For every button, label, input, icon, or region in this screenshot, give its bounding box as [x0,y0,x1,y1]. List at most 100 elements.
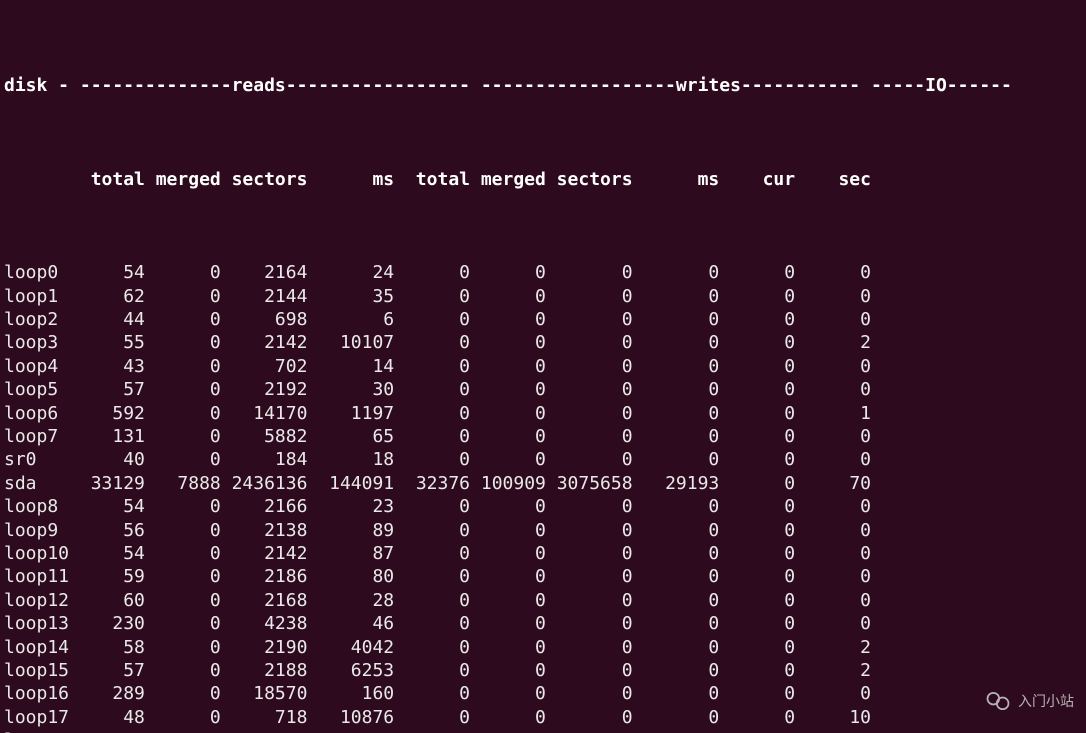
cell-dev: loop7 [4,425,69,448]
cell-sec: 10 [795,706,871,729]
cell-rt: 57 [69,378,145,401]
cell-rms: 10876 [307,706,394,729]
cell-wms: 0 [633,425,720,448]
cell-rs: 2138 [221,519,308,542]
cell-sec: 1 [795,402,871,425]
cell-wt: 0 [394,425,470,448]
cell-wm: 0 [470,378,546,401]
table-row: loop0 54 0 2164 24 0 0 0 0 0 0 [4,261,1082,284]
cell-rt: 60 [69,589,145,612]
cell-wm: 0 [470,589,546,612]
cell-rs: 4238 [221,612,308,635]
cell-sec: 4 [795,729,871,733]
cell-wt: 0 [394,659,470,682]
cell-sec: 0 [795,378,871,401]
cell-ws: 3075658 [546,472,633,495]
cell-rms: 9313 [307,729,394,733]
cell-wms: 0 [633,636,720,659]
cell-ws: 0 [546,659,633,682]
cell-dev: loop5 [4,378,69,401]
cell-rt: 43 [69,355,145,378]
cell-cur: 0 [719,355,795,378]
cell-wms: 0 [633,285,720,308]
table-row: loop12 60 0 2168 28 0 0 0 0 0 0 [4,589,1082,612]
cell-rt: 289 [69,682,145,705]
cell-rms: 24 [307,261,394,284]
cell-rs: 2164 [221,261,308,284]
cell-cur: 0 [719,542,795,565]
terminal-output: disk - --------------reads--------------… [0,0,1086,733]
cell-ws: 0 [546,612,633,635]
cell-rm: 0 [145,729,221,733]
cell-sec: 0 [795,565,871,588]
cell-rt: 131 [69,425,145,448]
wechat-icon [984,687,1012,715]
cell-wms: 0 [633,729,720,733]
cell-ws: 0 [546,706,633,729]
cell-rm: 0 [145,706,221,729]
cell-rms: 160 [307,682,394,705]
cell-wt: 0 [394,285,470,308]
watermark: 入门小站 [984,687,1074,715]
table-row: sda 33129 7888 2436136 144091 32376 1009… [4,472,1082,495]
cell-wt: 0 [394,308,470,331]
cell-wms: 0 [633,495,720,518]
cell-wt: 0 [394,495,470,518]
cell-rt: 62 [69,285,145,308]
cell-wm: 0 [470,285,546,308]
table-row: loop15 57 0 2188 6253 0 0 0 0 0 2 [4,659,1082,682]
table-row: loop8 54 0 2166 23 0 0 0 0 0 0 [4,495,1082,518]
cell-sec: 0 [795,425,871,448]
table-row: loop1 62 0 2144 35 0 0 0 0 0 0 [4,285,1082,308]
cell-rms: 46 [307,612,394,635]
cell-rm: 0 [145,331,221,354]
cell-rt: 33129 [69,472,145,495]
cell-cur: 0 [719,519,795,542]
cell-dev: sr0 [4,448,69,471]
cell-rt: 55 [69,331,145,354]
cell-rm: 0 [145,285,221,308]
cell-wm: 0 [470,542,546,565]
cell-wm: 0 [470,636,546,659]
cell-wt: 0 [394,378,470,401]
cell-wms: 0 [633,659,720,682]
cell-ws: 0 [546,565,633,588]
cell-dev: loop0 [4,261,69,284]
cell-wt: 0 [394,636,470,659]
cell-rt: 57 [69,659,145,682]
cell-rt: 592 [69,402,145,425]
cell-wm: 0 [470,355,546,378]
cell-rms: 89 [307,519,394,542]
cell-cur: 0 [719,659,795,682]
cell-wms: 0 [633,589,720,612]
cell-wt: 0 [394,729,470,733]
cell-rs: 2142 [221,542,308,565]
cell-sec: 0 [795,261,871,284]
cell-sec: 0 [795,542,871,565]
cell-rm: 0 [145,378,221,401]
cell-rt: 40 [69,448,145,471]
cell-ws: 0 [546,285,633,308]
cell-rt: 44 [69,308,145,331]
cell-rt: 54 [69,542,145,565]
cell-wm: 0 [470,659,546,682]
cell-dev: loop3 [4,331,69,354]
cell-dev: loop4 [4,355,69,378]
cell-wt: 0 [394,402,470,425]
cell-dev: loop15 [4,659,69,682]
cell-wms: 29193 [633,472,720,495]
table-row: loop18 52 0 2158 9313 0 0 0 0 0 4 [4,729,1082,733]
cell-rm: 0 [145,448,221,471]
cell-rs: 2166 [221,495,308,518]
cell-wms: 0 [633,448,720,471]
cell-rs: 14170 [221,402,308,425]
cell-dev: loop12 [4,589,69,612]
cell-ws: 0 [546,378,633,401]
cell-rt: 56 [69,519,145,542]
cell-ws: 0 [546,448,633,471]
cell-rm: 0 [145,308,221,331]
cell-ws: 0 [546,495,633,518]
cell-wms: 0 [633,519,720,542]
cell-rm: 0 [145,261,221,284]
cell-rm: 0 [145,636,221,659]
